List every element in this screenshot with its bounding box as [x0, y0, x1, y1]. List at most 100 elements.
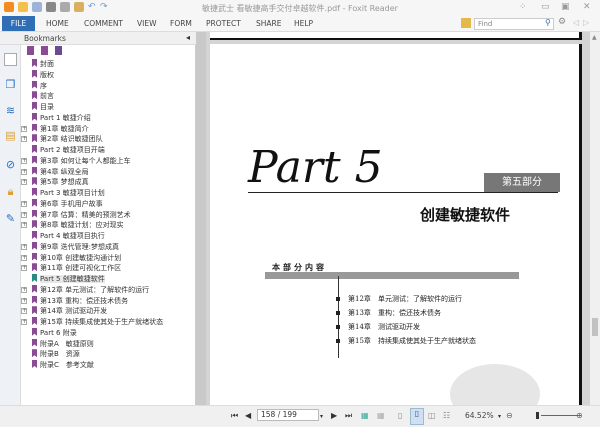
signature-icon[interactable]: ✎ — [4, 212, 17, 225]
bookmark-options-icon[interactable] — [27, 46, 34, 55]
next-view-icon[interactable]: ▦ — [377, 411, 385, 420]
bookmark-icon — [32, 220, 37, 229]
bookmark-item[interactable]: 附录C 参考文献 — [32, 360, 94, 371]
bookmark-item[interactable]: + 第6章 手机用户故事 — [21, 198, 103, 210]
bookmark-item[interactable]: + 第14章 测试驱动开发 — [21, 306, 107, 317]
bookmark-icon — [32, 295, 37, 304]
bookmark-item[interactable]: + 第1章 敏捷简介 — [21, 123, 89, 135]
zoom-out-button[interactable]: ⊖ — [506, 411, 513, 420]
tab-protect[interactable]: PROTECT — [200, 16, 247, 31]
bookmark-item[interactable]: + 第10章 创建敏捷沟通计划 — [21, 252, 121, 264]
expand-icon[interactable]: + — [21, 265, 27, 272]
prev-result-icon[interactable]: ◁ — [573, 18, 579, 27]
comments-panel-icon[interactable]: ▤ — [4, 129, 17, 142]
bookmark-item[interactable]: Part 4 敏捷项目执行 — [32, 231, 105, 242]
expand-icon[interactable]: + — [21, 157, 27, 164]
tab-view[interactable]: VIEW — [131, 16, 163, 31]
expand-icon[interactable]: + — [21, 200, 27, 207]
zoom-level[interactable]: 64.52% — [465, 411, 494, 420]
find-options-icon[interactable] — [461, 18, 471, 28]
bookmark-item[interactable]: 附录A 敏捷原则 — [32, 338, 94, 350]
tab-share[interactable]: SHARE — [250, 16, 287, 31]
ribbon-options-icon[interactable]: ⁘ — [519, 2, 527, 12]
expand-icon[interactable]: + — [21, 319, 27, 325]
page-dropdown-icon[interactable]: ▾ — [320, 413, 323, 420]
zoom-in-button[interactable]: ⊕ — [576, 411, 583, 420]
bookmark-item[interactable]: 前言 — [32, 91, 54, 102]
bookmark-item[interactable]: Part 2 敏捷项目开端 — [32, 145, 105, 156]
bookmark-item[interactable]: Part 3 敏捷项目计划 — [32, 188, 105, 199]
layers-panel-icon[interactable]: ≋ — [4, 104, 17, 117]
zoom-dropdown-icon[interactable]: ▾ — [498, 413, 501, 420]
bookmark-item[interactable]: 目录 — [32, 102, 54, 113]
zoom-slider-handle[interactable] — [536, 412, 539, 419]
expand-icon[interactable]: + — [21, 297, 27, 304]
attachments-panel-icon[interactable]: ⊘ — [4, 158, 17, 171]
search-icon[interactable]: ⚲ — [545, 18, 551, 27]
panel-splitter[interactable] — [196, 32, 206, 405]
page-number-input[interactable]: 158 / 199 — [257, 409, 319, 421]
expand-icon[interactable]: + — [21, 179, 27, 186]
find-input[interactable]: Find — [474, 18, 554, 30]
maximize-button[interactable]: ▣ — [561, 2, 570, 12]
continuous-page-icon[interactable]: ▯ — [410, 408, 424, 425]
scrollbar-thumb[interactable] — [592, 318, 598, 336]
bookmark-item[interactable]: 封面 — [32, 59, 54, 70]
bookmarks-title: Bookmarks — [24, 34, 66, 43]
add-bookmark-icon[interactable] — [55, 46, 62, 55]
security-lock-icon[interactable]: 🔒︎ — [4, 185, 17, 198]
close-button[interactable]: ✕ — [583, 2, 591, 12]
next-page-button[interactable]: ▶ — [331, 411, 337, 420]
expand-icon[interactable]: + — [21, 286, 27, 293]
contents-label: 本部分内容 — [272, 263, 327, 272]
bookmark-item[interactable]: Part 5 创建敏捷软件 — [32, 274, 105, 285]
zoom-slider[interactable] — [541, 415, 581, 416]
expand-icon[interactable]: + — [21, 211, 27, 218]
bookmark-item[interactable]: 版权 — [32, 69, 54, 81]
bookmark-item[interactable]: 附录B 资源 — [32, 349, 80, 360]
previous-view-icon[interactable]: ▦ — [361, 411, 369, 420]
last-page-button[interactable]: ⏭ — [345, 411, 352, 421]
expand-bookmark-icon[interactable] — [41, 46, 48, 55]
next-result-icon[interactable]: ▷ — [583, 18, 589, 27]
expand-icon[interactable]: + — [21, 222, 27, 229]
bookmarks-panel-icon[interactable] — [4, 53, 17, 66]
bookmark-item[interactable]: + 第12章 单元测试：了解软件的运行 — [21, 284, 149, 296]
continuous-facing-icon[interactable]: ☷ — [443, 411, 450, 420]
bookmark-item[interactable]: 序 — [32, 80, 47, 92]
tab-file[interactable]: FILE — [2, 16, 35, 31]
tab-help[interactable]: HELP — [288, 16, 319, 31]
expand-icon[interactable]: + — [21, 308, 27, 315]
bookmark-item[interactable]: Part 6 附录 — [32, 327, 77, 339]
bookmark-item[interactable]: + 第13章 重构：偿还技术债务 — [21, 295, 128, 307]
bookmark-item[interactable]: + 第8章 敏捷计划：应对现实 — [21, 220, 124, 231]
collapse-panel-icon[interactable]: ◂ — [186, 33, 190, 42]
bookmark-item[interactable]: + 第11章 创建可视化工作区 — [21, 263, 121, 274]
facing-pages-icon[interactable]: ◫ — [428, 411, 436, 420]
vertical-scrollbar[interactable]: ▲ — [590, 32, 600, 405]
expand-icon[interactable]: + — [21, 125, 27, 132]
bookmark-label: Part 6 附录 — [40, 328, 77, 337]
expand-icon[interactable]: + — [21, 254, 27, 261]
expand-icon[interactable]: + — [21, 243, 27, 250]
bookmark-item[interactable]: Part 1 敏捷介绍 — [32, 112, 91, 124]
expand-icon[interactable]: + — [21, 168, 27, 175]
bookmark-item[interactable]: + 第5章 梦想成真 — [21, 177, 89, 188]
first-page-button[interactable]: ⏮ — [231, 411, 238, 421]
prev-page-button[interactable]: ◀ — [245, 411, 251, 420]
expand-icon[interactable]: + — [21, 136, 27, 143]
bookmark-item[interactable]: + 第4章 纵观全局 — [21, 166, 89, 178]
minimize-button[interactable]: ▭ — [541, 2, 550, 12]
tab-form[interactable]: FORM — [164, 16, 198, 31]
settings-icon[interactable]: ⚙ — [558, 17, 566, 27]
bookmark-item[interactable]: + 第7章 估算：精美的预测艺术 — [21, 209, 131, 221]
bookmark-item[interactable]: + 第3章 如何让每个人都能上车 — [21, 155, 131, 167]
pages-panel-icon[interactable]: ❐ — [4, 78, 17, 91]
scroll-up-icon[interactable]: ▲ — [592, 34, 597, 41]
bookmark-item[interactable]: + 第15章 持续集成使其处于生产就绪状态 — [21, 317, 163, 328]
bookmark-item[interactable]: + 第2章 结识敏捷团队 — [21, 134, 103, 145]
tab-home[interactable]: HOME — [40, 16, 75, 31]
single-page-icon[interactable]: ▯ — [398, 411, 402, 420]
tab-comment[interactable]: COMMENT — [78, 16, 129, 31]
bookmark-item[interactable]: + 第9章 迭代管理:梦想成真 — [21, 241, 119, 253]
